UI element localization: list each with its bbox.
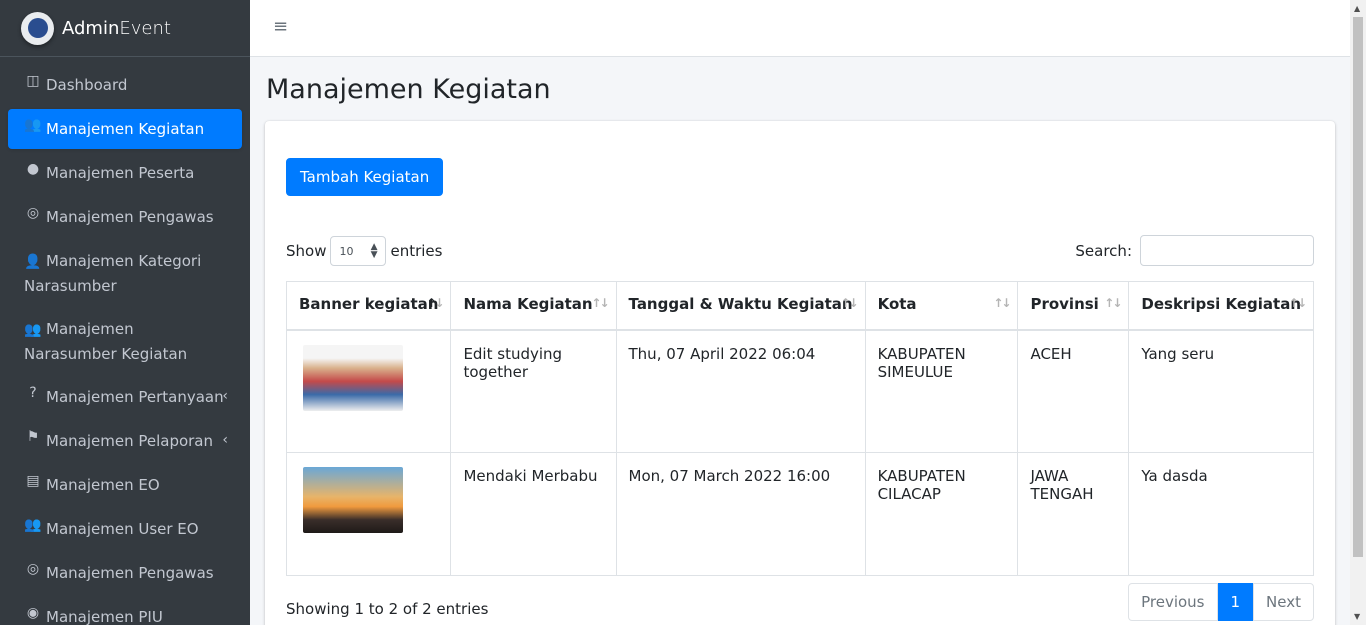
column-header-nama[interactable]: Nama Kegiatan ↑↓ [450, 281, 617, 331]
sidebar-item-manajemen-pertanyaan[interactable]: ? Manajemen Pertanyaan ‹ [8, 374, 242, 417]
tanggal-cell: Thu, 07 April 2022 06:04 [615, 329, 866, 453]
users-icon: 👥 [24, 117, 42, 133]
show-label: Show [286, 242, 327, 260]
banner-cell [285, 452, 452, 576]
page-title: Manajemen Kegiatan [266, 74, 551, 105]
tanggal-cell: Mon, 07 March 2022 16:00 [615, 452, 866, 576]
deskripsi-cell: Yang seru [1128, 329, 1314, 453]
next-page-button[interactable]: Next [1253, 583, 1314, 621]
add-kegiatan-button[interactable]: Tambah Kegiatan [286, 158, 444, 196]
book-icon: ▤ [26, 473, 40, 489]
search-input[interactable] [1140, 235, 1314, 266]
select-arrows-icon: ▲ ▼ [370, 242, 378, 260]
deskripsi-cell: Ya dasda [1128, 452, 1314, 576]
previous-page-button[interactable]: Previous [1128, 583, 1218, 621]
fingerprint-icon: ◉ [26, 605, 40, 621]
entries-label: entries [390, 242, 443, 260]
user-circle-icon: ● [26, 161, 40, 177]
sort-asc-icon: ↑↓ [426, 296, 444, 310]
users-icon: 👥 [24, 517, 42, 533]
sort-icon: ↑↓ [993, 296, 1011, 310]
sort-icon: ↑↓ [1288, 296, 1307, 310]
sort-icon: ↑↓ [591, 296, 609, 310]
columns-icon: ◫ [26, 73, 40, 89]
sidebar-item-manajemen-pengawas-2[interactable]: ◎ Manajemen Pengawas [8, 550, 242, 593]
pagination: Previous 1 Next [1128, 583, 1314, 621]
provinsi-cell: JAWA TENGAH [1017, 452, 1130, 576]
banner-image [303, 344, 403, 411]
entries-select[interactable]: 10 ▲ ▼ [330, 236, 387, 266]
sidebar-item-narasumber-kegiatan[interactable]: 👥 Manajemen Narasumber Kegiatan [8, 306, 242, 373]
user-tag-icon: 👤 [24, 254, 42, 270]
banner-cell [285, 329, 452, 453]
hamburger-menu-icon[interactable]: ≡ [273, 16, 288, 37]
chevron-left-icon: ‹ [222, 387, 228, 404]
sidebar-item-manajemen-pelaporan[interactable]: ⚑ Manajemen Pelaporan ‹ [8, 418, 242, 461]
scrollbar[interactable]: ▲ ▼ [1350, 0, 1366, 625]
sidebar: AdminEvent ◫ Dashboard 👥 Manajemen Kegia… [0, 0, 250, 625]
column-header-deskripsi[interactable]: Deskripsi Kegiatan ↑↓ [1128, 281, 1314, 331]
scroll-down-icon[interactable]: ▼ [1354, 612, 1360, 621]
sidebar-nav: ◫ Dashboard 👥 Manajemen Kegiatan ● Manaj… [0, 57, 250, 625]
provinsi-cell: ACEH [1017, 329, 1130, 453]
banner-image [303, 467, 403, 533]
sort-icon: ↑↓ [1104, 296, 1122, 310]
kota-cell: KABUPATEN SIMEULUE [864, 329, 1019, 453]
entries-value: 10 [339, 244, 354, 258]
column-header-kota[interactable]: Kota ↑↓ [864, 281, 1019, 331]
sidebar-item-manajemen-user-eo[interactable]: 👥 Manajemen User EO [8, 506, 242, 549]
column-header-provinsi[interactable]: Provinsi ↑↓ [1017, 281, 1130, 331]
sidebar-item-manajemen-piu[interactable]: ◉ Manajemen PIU [8, 594, 242, 625]
content-card: Tambah Kegiatan Show 10 ▲ ▼ entries Searc… [265, 121, 1335, 625]
scroll-up-icon[interactable]: ▲ [1354, 4, 1360, 13]
sidebar-item-kategori-narasumber[interactable]: 👤 Manajemen Kategori Narasumber [8, 238, 242, 305]
page-1-button[interactable]: 1 [1217, 583, 1254, 621]
mask-icon: ◎ [26, 561, 40, 577]
sidebar-item-dashboard[interactable]: ◫ Dashboard [8, 65, 242, 108]
table-info: Showing 1 to 2 of 2 entries [286, 600, 489, 618]
sidebar-item-manajemen-eo[interactable]: ▤ Manajemen EO [8, 462, 242, 505]
sidebar-item-manajemen-peserta[interactable]: ● Manajemen Peserta [8, 150, 242, 193]
top-navbar: ≡ [250, 0, 1350, 57]
mask-icon: ◎ [26, 205, 40, 221]
brand-logo [21, 11, 54, 45]
brand[interactable]: AdminEvent [0, 0, 250, 57]
question-icon: ? [29, 385, 37, 401]
table-header-row: Banner kegiatan ↑↓ Nama Kegiatan ↑↓ Tangga… [285, 281, 1314, 331]
users-icon: 👥 [24, 322, 42, 338]
sort-icon: ↑↓ [840, 296, 858, 310]
sidebar-item-manajemen-kegiatan[interactable]: 👥 Manajemen Kegiatan [8, 109, 242, 149]
scroll-thumb[interactable] [1353, 17, 1363, 557]
search-label: Search: [1075, 241, 1132, 260]
table-row: Edit studying together Thu, 07 April 202… [285, 329, 1314, 453]
sidebar-item-manajemen-pengawas[interactable]: ◎ Manajemen Pengawas [8, 194, 242, 237]
nama-cell: Mendaki Merbabu [450, 452, 617, 576]
column-header-tanggal[interactable]: Tanggal & Waktu Kegiatan ↑↓ [615, 281, 866, 331]
entries-length-control: Show 10 ▲ ▼ entries [286, 236, 442, 266]
nama-cell: Edit studying together [450, 329, 617, 453]
kota-cell: KABUPATEN CILACAP [864, 452, 1019, 576]
chevron-left-icon: ‹ [222, 431, 228, 448]
search-control: Search: [1075, 235, 1314, 266]
table-row: Mendaki Merbabu Mon, 07 March 2022 16:00… [285, 452, 1314, 576]
brand-name: AdminEvent [62, 17, 171, 39]
flag-icon: ⚑ [26, 429, 40, 445]
column-header-banner[interactable]: Banner kegiatan ↑↓ [285, 281, 452, 331]
kegiatan-table: Banner kegiatan ↑↓ Nama Kegiatan ↑↓ Tangga… [285, 281, 1314, 576]
